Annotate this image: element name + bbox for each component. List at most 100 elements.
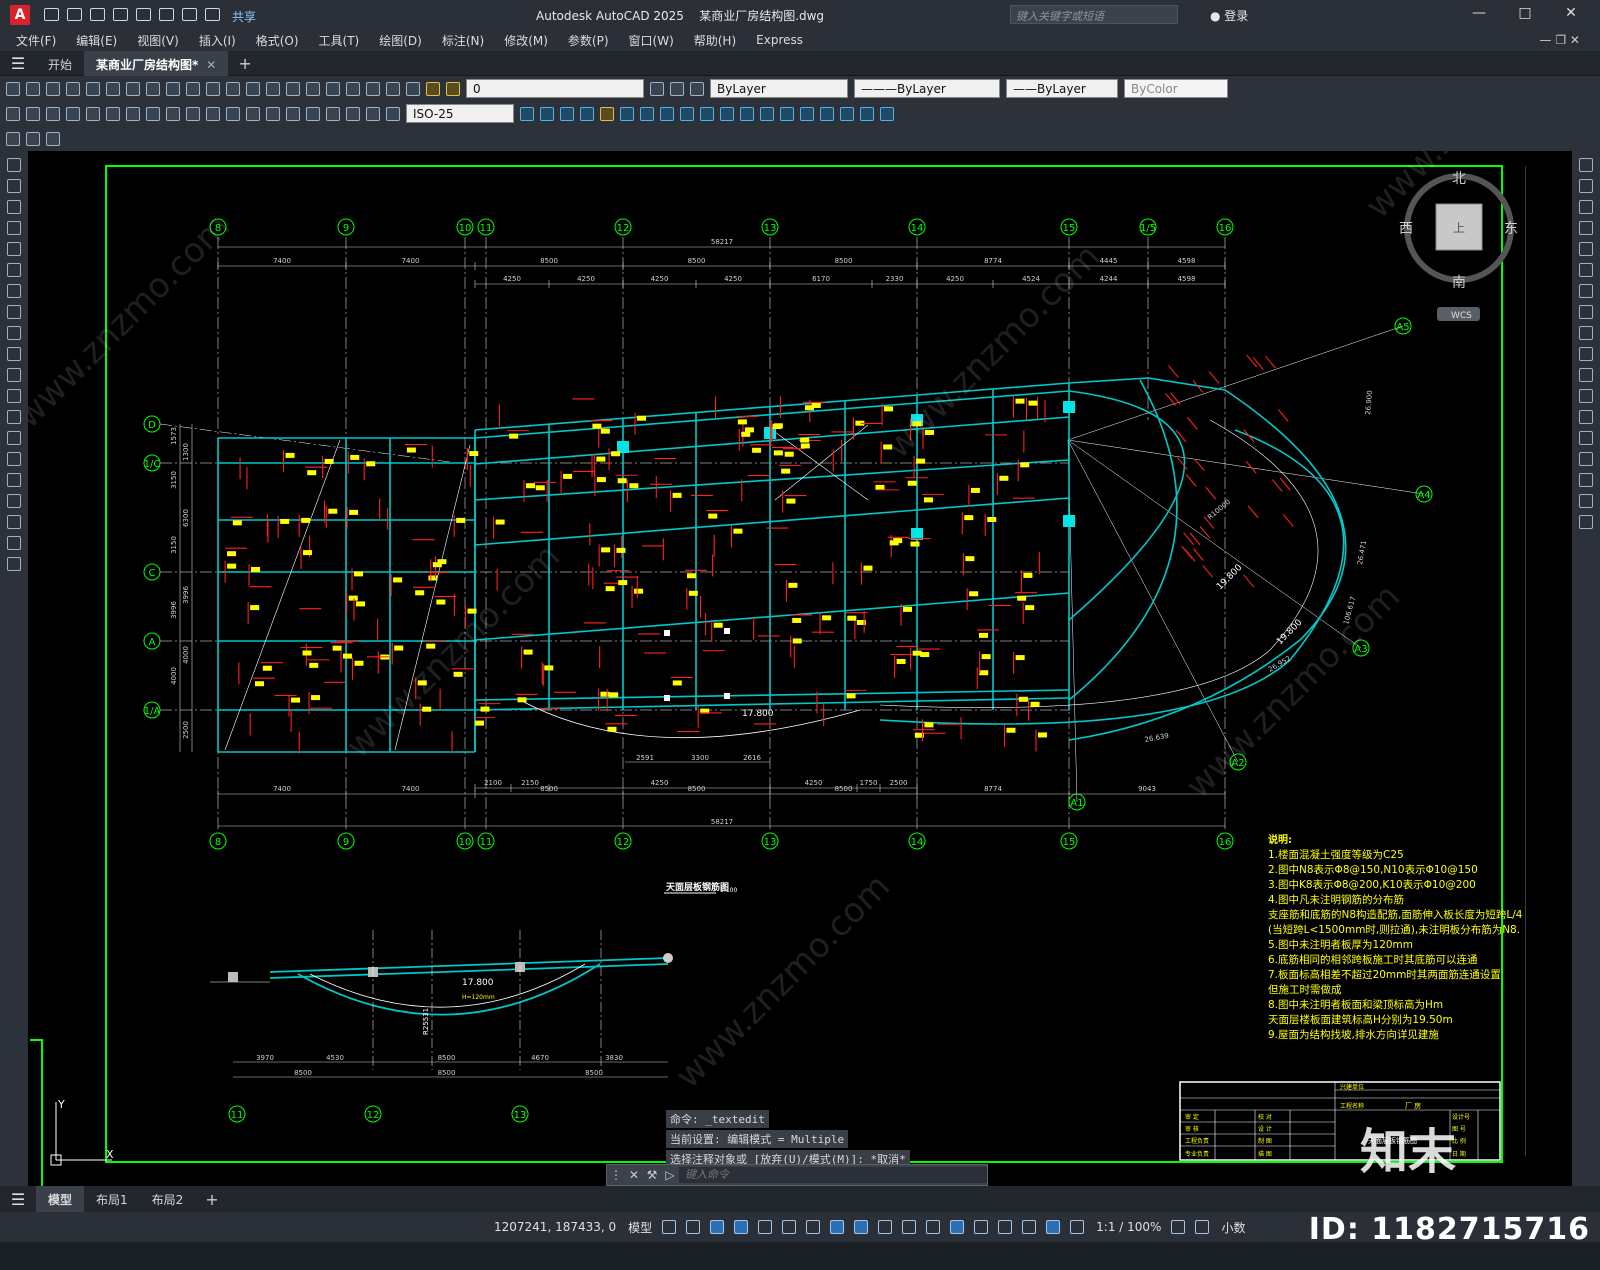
save-file-icon[interactable]: [46, 81, 60, 96]
sheetset-icon[interactable]: [366, 81, 380, 96]
recent-commands-icon[interactable]: ▷: [661, 1168, 679, 1182]
layout-menu-icon[interactable]: ☰: [0, 1190, 36, 1209]
login-button[interactable]: ● 登录: [1210, 7, 1248, 24]
slice-icon[interactable]: [640, 106, 654, 121]
new-icon[interactable]: [44, 8, 59, 21]
ellipse-icon[interactable]: [7, 347, 21, 361]
lineweight-icon[interactable]: [878, 1220, 893, 1234]
break-icon[interactable]: [1579, 410, 1593, 424]
menu-item[interactable]: 格式(O): [256, 32, 299, 49]
color-face-icon[interactable]: [880, 106, 894, 121]
dim-linear-icon[interactable]: [6, 106, 20, 121]
scale-icon[interactable]: [1579, 305, 1593, 319]
dimtedit-icon[interactable]: [366, 106, 380, 121]
viewcube-west[interactable]: 西: [1399, 221, 1413, 237]
revcloud-icon[interactable]: [7, 305, 21, 319]
separate-icon[interactable]: [720, 106, 734, 121]
spline-icon[interactable]: [7, 326, 21, 340]
menu-item[interactable]: 窗口(W): [629, 32, 674, 49]
gradient-icon[interactable]: [7, 473, 21, 487]
trim-icon[interactable]: [1579, 347, 1593, 361]
add-layout-icon[interactable]: +: [205, 1190, 218, 1209]
coordinate-readout[interactable]: 1207241, 187433, 0: [494, 1220, 616, 1234]
model-space-button[interactable]: 模型: [628, 1219, 652, 1236]
drawing-canvas[interactable]: 8 9 10 11 12 13 14 15 1/5 168 9 10 11 12 13 14 15 16D1/CC…: [28, 151, 1572, 1186]
jogged-linear-icon[interactable]: [326, 106, 340, 121]
cut-icon[interactable]: [106, 81, 120, 96]
revolve-icon[interactable]: [620, 106, 634, 121]
transparency-icon[interactable]: [902, 1220, 917, 1234]
match-icon[interactable]: [166, 81, 180, 96]
block-editor-icon[interactable]: [6, 131, 20, 146]
tolerance-icon[interactable]: [266, 106, 280, 121]
tab-layout2[interactable]: 布局2: [140, 1186, 196, 1213]
solid-box-icon[interactable]: [520, 106, 534, 121]
point-icon[interactable]: [7, 431, 21, 445]
properties-icon[interactable]: [306, 81, 320, 96]
dim-aligned-icon[interactable]: [26, 106, 40, 121]
dimedit-icon[interactable]: [346, 106, 360, 121]
dim-arc-icon[interactable]: [46, 106, 60, 121]
dynamic-ucs-icon[interactable]: [974, 1220, 989, 1234]
grip-icon[interactable]: ⋮: [607, 1168, 625, 1182]
plotstyle-dropdown[interactable]: ByColor: [1124, 79, 1228, 98]
taper-face-icon[interactable]: [840, 106, 854, 121]
imprint-icon[interactable]: [700, 106, 714, 121]
fillet-edge-icon[interactable]: [780, 106, 794, 121]
tab-start[interactable]: 开始: [36, 51, 84, 76]
color-dropdown[interactable]: ByLayer: [710, 79, 848, 98]
dim-jogged-icon[interactable]: [106, 106, 120, 121]
dim-ordinate-icon[interactable]: [66, 106, 80, 121]
save-icon[interactable]: [90, 8, 105, 21]
copy-icon[interactable]: [126, 81, 140, 96]
lineweight-dropdown[interactable]: —— ByLayer: [1006, 79, 1118, 98]
menu-item[interactable]: 帮助(H): [694, 32, 736, 49]
move-icon[interactable]: [1579, 263, 1593, 277]
solid-union-icon[interactable]: [540, 106, 554, 121]
redo-icon[interactable]: [205, 8, 220, 21]
selection-cycling-icon[interactable]: [926, 1220, 941, 1234]
break-point-icon[interactable]: [1579, 389, 1593, 403]
mirror-icon[interactable]: [1579, 200, 1593, 214]
qnew-icon[interactable]: [6, 81, 20, 96]
offset-icon[interactable]: [1579, 221, 1593, 235]
ortho-icon[interactable]: [758, 1220, 773, 1234]
isodraft-icon[interactable]: [806, 1220, 821, 1234]
shell-icon[interactable]: [740, 106, 754, 121]
layer-manager-icon[interactable]: [426, 81, 440, 96]
polar-icon[interactable]: [782, 1220, 797, 1234]
mtext-icon[interactable]: [7, 536, 21, 550]
arc-icon[interactable]: [7, 263, 21, 277]
section-icon[interactable]: [660, 106, 674, 121]
layer-dropdown[interactable]: 0: [466, 79, 644, 98]
infer-icon[interactable]: [710, 1220, 725, 1234]
open-icon[interactable]: [67, 8, 82, 21]
selection-filter-icon[interactable]: [998, 1220, 1013, 1234]
tab-model[interactable]: 模型: [36, 1185, 85, 1213]
offset-face-icon[interactable]: [820, 106, 834, 121]
menu-item[interactable]: 编辑(E): [76, 32, 117, 49]
share-button[interactable]: 共享: [232, 8, 256, 24]
open-file-icon[interactable]: [26, 81, 40, 96]
extend-icon[interactable]: [1579, 368, 1593, 382]
stretch-icon[interactable]: [1579, 326, 1593, 340]
dim-continue-icon[interactable]: [206, 106, 220, 121]
search-input[interactable]: 键入关键字或短语: [1010, 5, 1178, 24]
command-input[interactable]: [679, 1167, 987, 1183]
viewcube-south[interactable]: 南: [1452, 275, 1466, 291]
viewcube-north[interactable]: 北: [1452, 171, 1466, 187]
center-mark-icon[interactable]: [286, 106, 300, 121]
menu-item[interactable]: 参数(P): [568, 32, 609, 49]
osnap-icon[interactable]: [854, 1220, 869, 1234]
dim-baseline-icon[interactable]: [186, 106, 200, 121]
tab-layout1[interactable]: 布局1: [84, 1186, 140, 1213]
close-tab-icon[interactable]: ✕: [206, 58, 216, 72]
doc-window-controls[interactable]: — ❐ ✕: [1540, 33, 1580, 47]
menu-item[interactable]: 修改(M): [504, 32, 548, 49]
inspect-icon[interactable]: [306, 106, 320, 121]
zoom-previous-icon[interactable]: [286, 81, 300, 96]
qdim-icon[interactable]: [166, 106, 180, 121]
close-command-icon[interactable]: ✕: [625, 1168, 643, 1182]
undo-icon[interactable]: [182, 8, 197, 21]
publish-icon[interactable]: [136, 8, 151, 21]
